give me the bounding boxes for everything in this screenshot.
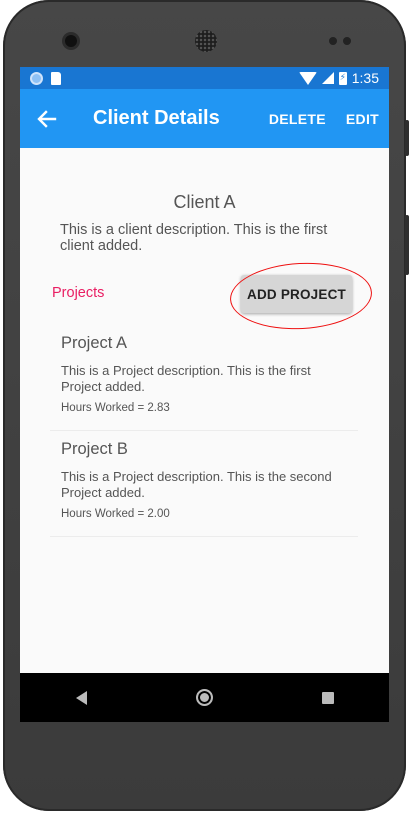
edit-button[interactable]: EDIT (346, 111, 379, 127)
system-nav-bar (20, 673, 389, 722)
proximity-sensor (329, 37, 337, 45)
front-camera (65, 35, 77, 47)
back-arrow-icon (37, 109, 57, 128)
signal-icon (321, 72, 334, 84)
page-title: Client Details (93, 107, 220, 129)
notification-circle-icon (30, 71, 43, 85)
project-hours: Hours Worked = 2.00 (61, 508, 170, 520)
project-name: Project B (61, 440, 128, 458)
project-description: This is a Project description. This is t… (61, 469, 332, 500)
nav-home-icon[interactable] (196, 689, 213, 706)
light-sensor (343, 37, 351, 45)
back-button[interactable] (20, 89, 74, 148)
wifi-icon (298, 71, 317, 85)
project-item-b[interactable]: Project B This is a Project description.… (50, 430, 358, 537)
sd-card-icon (51, 71, 61, 85)
nav-back-icon[interactable] (76, 690, 87, 705)
project-name: Project A (61, 334, 128, 352)
battery-icon: ⚡ (338, 71, 347, 85)
power-button (405, 120, 409, 156)
earpiece-speaker (195, 30, 217, 52)
client-name: Client A (173, 192, 236, 212)
app-bar: Client Details DELETE EDIT (20, 89, 389, 148)
delete-button[interactable]: DELETE (269, 111, 326, 127)
annotation-circle (228, 259, 374, 333)
project-hours: Hours Worked = 2.83 (61, 402, 170, 414)
project-item-a[interactable]: Project A This is a Project description.… (50, 324, 358, 431)
project-description: This is a Project description. This is t… (61, 363, 311, 394)
volume-button (405, 215, 409, 275)
client-description: This is a client description. This is th… (60, 222, 328, 254)
status-time: 1:35 (351, 70, 379, 86)
status-bar: ⚡ 1:35 (20, 67, 389, 89)
nav-recent-icon[interactable] (321, 691, 334, 704)
screen: ⚡ 1:35 Client Details DELETE EDIT Client… (20, 67, 389, 722)
projects-label: Projects (52, 285, 105, 301)
